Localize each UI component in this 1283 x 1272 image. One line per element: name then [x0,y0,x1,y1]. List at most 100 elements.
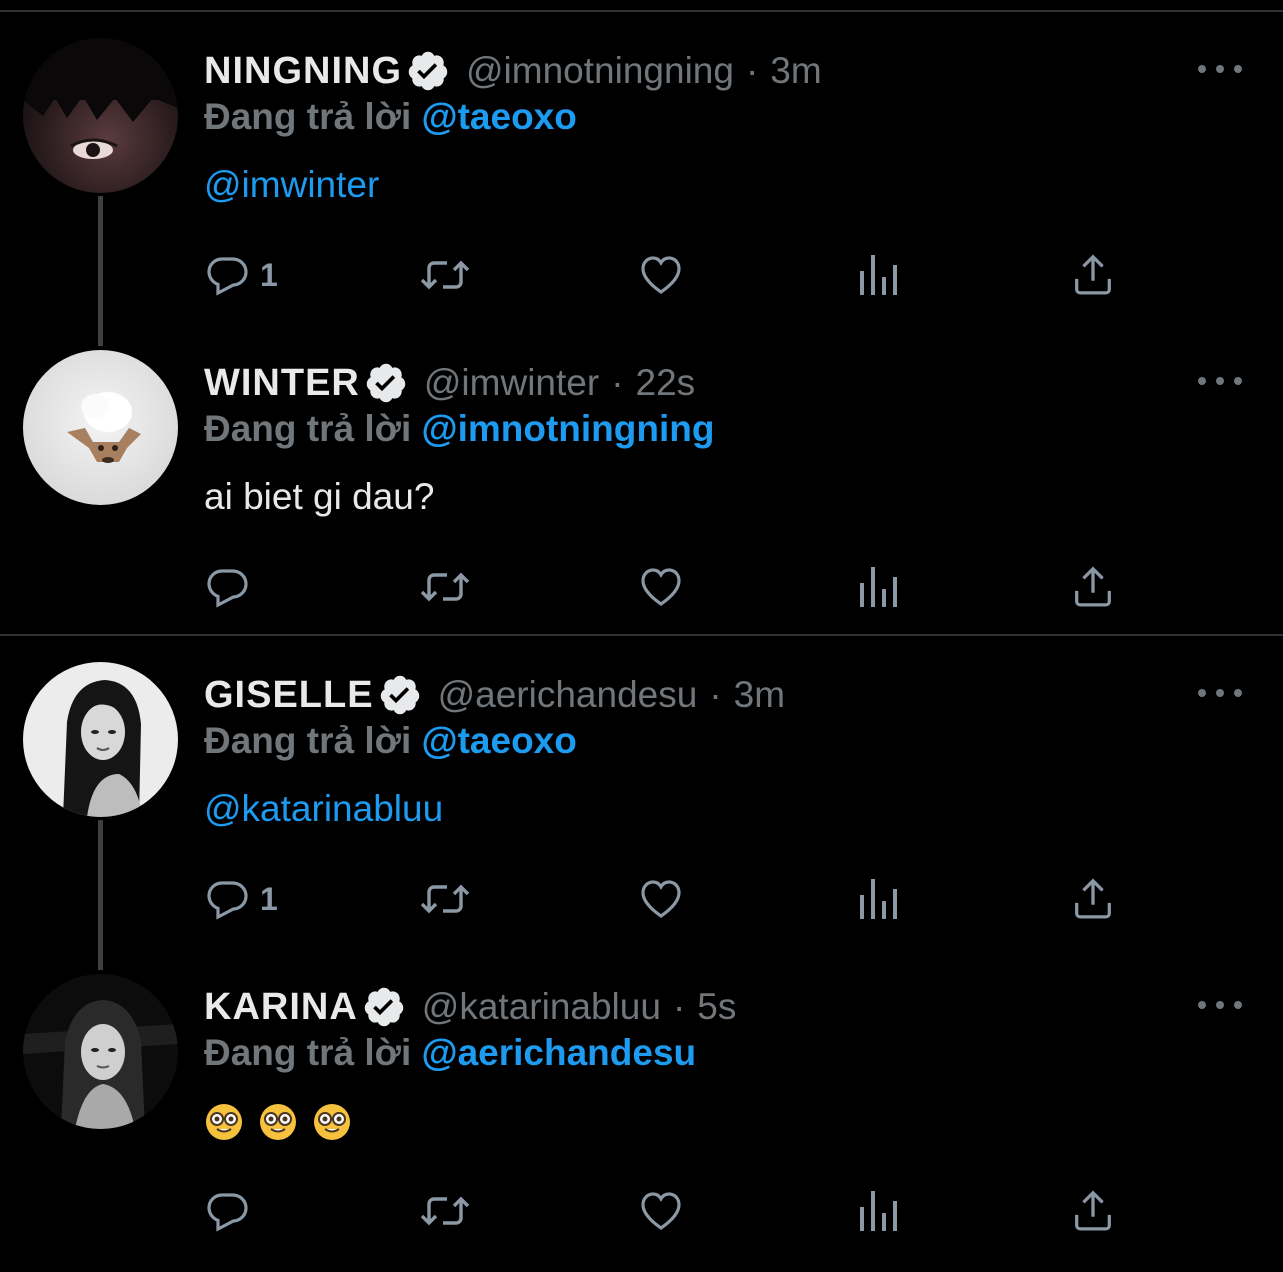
reply-button[interactable]: 1 [204,874,278,924]
timestamp[interactable]: 3m [734,674,785,716]
timestamp[interactable]: 5s [697,986,736,1028]
heart-icon [641,880,681,918]
replying-to-link[interactable]: @taeoxo [422,96,577,137]
verified-badge-icon [362,985,406,1029]
tweet-text-mention[interactable]: @imwinter [204,164,379,214]
retweet-icon [420,884,470,914]
analytics-icon [860,567,897,607]
tweet-actions: 1 [204,874,1204,924]
handle[interactable]: @aerichandesu [438,674,698,716]
avatar[interactable] [23,38,178,193]
heart-icon [641,568,681,606]
like-button[interactable] [636,874,686,924]
reply-button[interactable] [204,1186,260,1236]
verified-badge-icon [406,49,450,93]
like-button[interactable] [636,250,686,300]
display-name[interactable]: KARINA [204,986,358,1029]
share-button[interactable] [1070,1186,1116,1236]
nerd-face-emoji [314,1104,350,1140]
retweet-button[interactable] [416,250,474,300]
replying-to: Đang trả lời @taeoxo [204,720,577,768]
tweet-actions [204,562,1204,612]
replying-to: Đang trả lời @taeoxo [204,96,577,144]
replying-to-link[interactable]: @taeoxo [422,720,577,761]
share-icon [1075,1190,1111,1231]
handle[interactable]: @imnotningning [466,50,734,92]
top-divider [0,10,1283,12]
views-button[interactable] [856,562,900,612]
replying-to: Đang trả lời @aerichandesu [204,1032,696,1080]
replying-to-link[interactable]: @aerichandesu [422,1032,697,1073]
avatar[interactable] [23,350,178,505]
reply-count: 1 [260,880,278,917]
reply-icon [207,1193,248,1232]
analytics-icon [860,879,897,919]
tweet-giselle[interactable]: GISELLE @aerichandesu · 3m Đang trả lời … [0,662,1283,952]
nerd-face-emoji [260,1104,296,1140]
views-button[interactable] [856,874,900,924]
handle[interactable]: @imwinter [424,362,599,404]
analytics-icon [860,1191,897,1231]
share-button[interactable] [1070,562,1116,612]
share-button[interactable] [1070,250,1116,300]
avatar[interactable] [23,662,178,817]
views-button[interactable] [856,1186,900,1236]
replying-to-label: Đang trả lời [204,1032,412,1073]
display-name[interactable]: GISELLE [204,674,374,717]
tweet-header: GISELLE @aerichandesu · 3m [204,670,785,720]
share-icon [1075,566,1111,607]
separator-dot: · [672,986,686,1027]
share-icon [1075,254,1111,295]
reply-icon [207,569,248,608]
like-button[interactable] [636,1186,686,1236]
reply-count: 1 [260,256,278,293]
like-button[interactable] [636,562,686,612]
tweet-emojis [204,1102,352,1152]
tweet-karina[interactable]: KARINA @katarinabluu · 5s Đang trả lời @… [0,974,1283,1264]
tweet-ningning[interactable]: NINGNING @imnotningning · 3m Đang trả lờ… [0,38,1283,328]
handle[interactable]: @katarinabluu [422,986,661,1028]
more-icon[interactable] [1198,366,1242,396]
more-icon[interactable] [1198,990,1242,1020]
timestamp[interactable]: 3m [770,50,821,92]
retweet-icon [420,1196,470,1226]
retweet-icon [420,260,470,290]
nerd-face-emoji [206,1104,242,1140]
separator-dot: · [745,50,759,91]
share-icon [1075,878,1111,919]
retweet-icon [420,572,470,602]
tweet-header: WINTER @imwinter · 22s [204,358,695,408]
heart-icon [641,256,681,294]
heart-icon [641,1192,681,1230]
tweet-header: NINGNING @imnotningning · 3m [204,46,822,96]
tweet-actions [204,1186,1204,1236]
tweet-text-mention[interactable]: @katarinabluu [204,788,443,838]
reply-icon [207,881,248,920]
display-name[interactable]: NINGNING [204,50,402,93]
retweet-button[interactable] [416,562,474,612]
tweet-text: ai biet gi dau? [204,476,435,517]
avatar[interactable] [23,974,178,1129]
analytics-icon [860,255,897,295]
replying-to: Đang trả lời @imnotningning [204,408,714,456]
share-button[interactable] [1070,874,1116,924]
conversation-divider [0,634,1283,636]
reply-icon [207,257,248,296]
replying-to-link[interactable]: @imnotningning [422,408,715,449]
retweet-button[interactable] [416,874,474,924]
separator-dot: · [709,674,722,715]
timestamp[interactable]: 22s [636,362,696,404]
reply-button[interactable] [204,562,260,612]
retweet-button[interactable] [416,1186,474,1236]
verified-badge-icon [378,673,422,717]
display-name[interactable]: WINTER [204,362,360,405]
replying-to-label: Đang trả lời [204,408,412,449]
separator-dot: · [611,362,624,403]
tweet-actions: 1 [204,250,1204,300]
views-button[interactable] [856,250,900,300]
more-icon[interactable] [1198,54,1242,84]
reply-button[interactable]: 1 [204,250,278,300]
more-icon[interactable] [1198,678,1242,708]
tweet-winter[interactable]: WINTER @imwinter · 22s Đang trả lời @imn… [0,350,1283,630]
replying-to-label: Đang trả lời [204,720,412,761]
